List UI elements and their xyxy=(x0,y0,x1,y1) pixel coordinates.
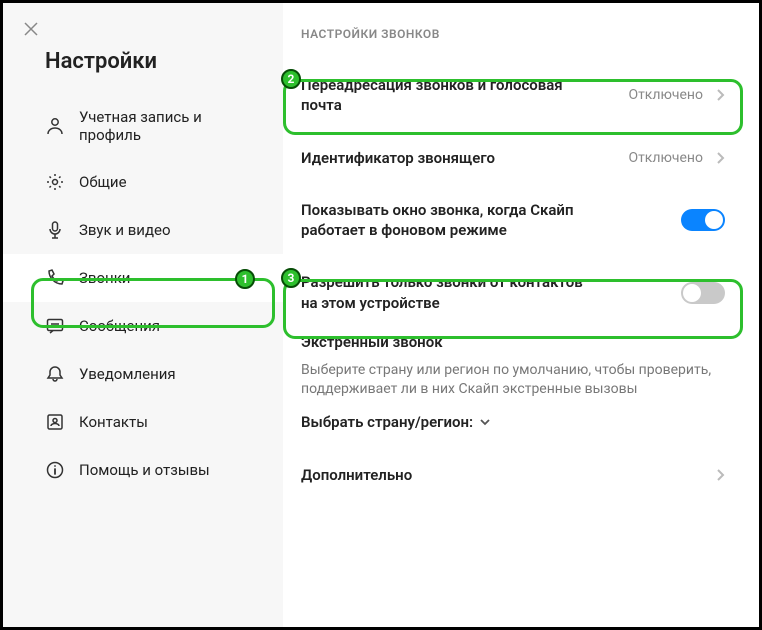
sidebar-item-audio-video[interactable]: Звук и видео xyxy=(3,206,283,254)
chevron-down-icon xyxy=(479,417,491,427)
settings-title: Настройки xyxy=(3,39,283,94)
chevron-right-icon xyxy=(715,88,725,102)
sidebar-item-general[interactable]: Общие xyxy=(3,158,283,206)
row-advanced[interactable]: Дополнительно xyxy=(291,449,735,501)
sidebar-item-label: Помощь и отзывы xyxy=(79,461,210,479)
annotation-badge-3: 3 xyxy=(281,268,301,288)
sidebar-item-label: Контакты xyxy=(79,413,148,431)
section-title: НАСТРОЙКИ ЗВОНКОВ xyxy=(291,27,735,59)
row-label: Дополнительно xyxy=(301,465,412,485)
row-label: Разрешить только звонки от контактов на … xyxy=(301,272,601,313)
emergency-desc: Выберите страну или регион по умолчанию,… xyxy=(301,361,725,400)
row-label: Показывать окно звонка, когда Скайп рабо… xyxy=(301,200,601,241)
row-status: Отключено xyxy=(628,87,703,103)
row-status: Отключено xyxy=(628,150,703,166)
phone-icon xyxy=(45,268,65,288)
info-icon xyxy=(45,460,65,480)
sidebar-item-help[interactable]: Помощь и отзывы xyxy=(3,446,283,494)
close-button[interactable] xyxy=(3,15,283,39)
picker-label: Выбрать страну/регион: xyxy=(301,413,473,431)
row-show-call-window: Показывать окно звонка, когда Скайп рабо… xyxy=(291,184,735,257)
contacts-icon xyxy=(45,412,65,432)
sidebar-item-label: Звук и видео xyxy=(79,221,171,239)
emergency-block: Экстренный звонок Выберите страну или ре… xyxy=(291,329,735,449)
sidebar-item-label: Уведомления xyxy=(79,365,176,383)
close-icon xyxy=(23,21,39,37)
sidebar-item-label: Общие xyxy=(79,173,127,191)
chevron-right-icon xyxy=(715,151,725,165)
sidebar-item-account[interactable]: Учетная запись и профиль xyxy=(3,94,283,158)
toggle-contacts-only[interactable] xyxy=(681,282,725,304)
row-call-forwarding[interactable]: Переадресация звонков и голосовая почта … xyxy=(291,59,735,132)
sidebar-item-label: Сообщения xyxy=(79,317,160,335)
row-label: Идентификатор звонящего xyxy=(301,148,495,168)
row-caller-id[interactable]: Идентификатор звонящего Отключено xyxy=(291,132,735,184)
sidebar-item-label: Учетная запись и профиль xyxy=(79,108,263,144)
sidebar-item-notifications[interactable]: Уведомления xyxy=(3,350,283,398)
account-icon xyxy=(45,116,65,136)
sidebar-item-messaging[interactable]: Сообщения xyxy=(3,302,283,350)
settings-sidebar: Настройки Учетная запись и профиль Общие… xyxy=(3,3,283,627)
sidebar-item-contacts[interactable]: Контакты xyxy=(3,398,283,446)
toggle-show-call-window[interactable] xyxy=(681,209,725,231)
row-contacts-only: Разрешить только звонки от контактов на … xyxy=(291,256,735,329)
chevron-right-icon xyxy=(715,468,725,482)
country-picker[interactable]: Выбрать страну/регион: xyxy=(301,413,491,431)
emergency-heading: Экстренный звонок xyxy=(301,333,725,351)
annotation-badge-1: 1 xyxy=(235,269,255,289)
bell-icon xyxy=(45,364,65,384)
microphone-icon xyxy=(45,220,65,240)
gear-icon xyxy=(45,172,65,192)
chat-icon xyxy=(45,316,65,336)
row-label: Переадресация звонков и голосовая почта xyxy=(301,75,601,116)
settings-content: НАСТРОЙКИ ЗВОНКОВ Переадресация звонков … xyxy=(283,3,759,627)
annotation-badge-2: 2 xyxy=(281,69,301,89)
sidebar-item-label: Звонки xyxy=(79,269,130,287)
